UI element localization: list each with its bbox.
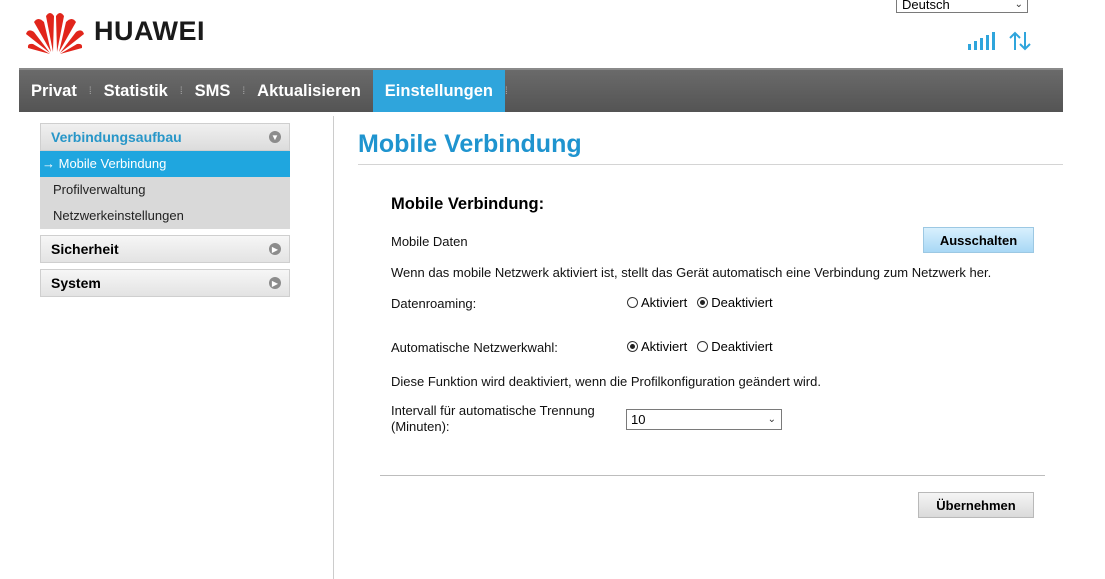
collapse-icon[interactable]: ▼	[269, 131, 281, 143]
apply-button[interactable]: Übernehmen	[918, 492, 1034, 518]
sidebar-item-profilverwaltung[interactable]: Profilverwaltung	[40, 177, 290, 203]
sidebar-section-label: Verbindungsaufbau	[51, 129, 182, 145]
sidebar-submenu: → Mobile Verbindung Profilverwaltung Net…	[40, 151, 290, 229]
roaming-on-radio[interactable]	[627, 297, 638, 308]
nav-sms[interactable]: SMS	[183, 70, 243, 112]
sidebar-section-label: System	[51, 275, 101, 291]
interval-label-line1: Intervall für automatische Trennung	[391, 403, 595, 418]
chevron-down-icon: ⌄	[1014, 0, 1023, 10]
auto-network-label: Automatische Netzwerkwahl:	[391, 340, 558, 355]
interval-select[interactable]: 10 ⌄	[626, 409, 782, 430]
roaming-radio-group: Aktiviert Deaktiviert	[627, 295, 783, 310]
expand-icon[interactable]: ▶	[269, 243, 281, 255]
signal-strength-icon	[968, 32, 995, 50]
roaming-label: Datenroaming:	[391, 296, 477, 311]
sidebar: Verbindungsaufbau ▼ → Mobile Verbindung …	[40, 123, 290, 297]
auto-network-radio-group: Aktiviert Deaktiviert	[627, 339, 783, 354]
roaming-off-radio[interactable]	[697, 297, 709, 308]
sidebar-section-verbindungsaufbau[interactable]: Verbindungsaufbau ▼	[40, 123, 290, 151]
interval-label-line2: (Minuten):	[391, 419, 450, 434]
nav-privat[interactable]: Privat	[19, 70, 89, 112]
language-select[interactable]: Deutsch ⌄	[896, 0, 1028, 13]
nav-aktualisieren[interactable]: Aktualisieren	[245, 70, 373, 112]
mobile-data-label: Mobile Daten	[391, 234, 468, 249]
section-title: Mobile Verbindung:	[391, 195, 545, 213]
nav-einstellungen[interactable]: Einstellungen	[372, 70, 505, 112]
chevron-down-icon: ⌄	[767, 414, 776, 425]
data-transfer-icon	[1009, 31, 1031, 51]
page-title: Mobile Verbindung	[358, 130, 582, 158]
nav-separator: ⁞	[504, 85, 508, 97]
profile-note: Diese Funktion wird deaktiviert, wenn di…	[391, 374, 821, 389]
content-divider	[333, 116, 334, 579]
huawei-logo: HUAWEI	[24, 8, 224, 54]
huawei-flower-icon	[26, 13, 84, 54]
brand-name: HUAWEI	[94, 15, 205, 46]
auto-network-on-radio[interactable]	[627, 341, 638, 352]
auto-network-off-radio[interactable]	[697, 341, 709, 352]
roaming-off-label[interactable]: Deaktiviert	[711, 295, 772, 310]
nav-statistik[interactable]: Statistik	[92, 70, 180, 112]
info-text: Wenn das mobile Netzwerk aktiviert ist, …	[391, 265, 992, 280]
roaming-on-label[interactable]: Aktiviert	[641, 295, 687, 310]
expand-icon[interactable]: ▶	[269, 277, 281, 289]
sidebar-section-label: Sicherheit	[51, 241, 119, 257]
sidebar-item-mobile-verbindung[interactable]: → Mobile Verbindung	[40, 151, 290, 177]
sidebar-section-system[interactable]: System ▶	[40, 269, 290, 297]
auto-network-off-label[interactable]: Deaktiviert	[711, 339, 772, 354]
main-nav: Privat ⁞ Statistik ⁞ SMS ⁞ Aktualisieren…	[19, 68, 1063, 112]
interval-value: 10	[631, 412, 646, 427]
language-value: Deutsch	[902, 0, 950, 12]
sidebar-section-sicherheit[interactable]: Sicherheit ▶	[40, 235, 290, 263]
form-divider	[380, 475, 1045, 476]
auto-network-on-label[interactable]: Aktiviert	[641, 339, 687, 354]
mobile-data-toggle-button[interactable]: Ausschalten	[923, 227, 1034, 253]
sidebar-item-netzwerkeinstellungen[interactable]: Netzwerkeinstellungen	[40, 203, 290, 229]
title-divider	[358, 164, 1063, 165]
